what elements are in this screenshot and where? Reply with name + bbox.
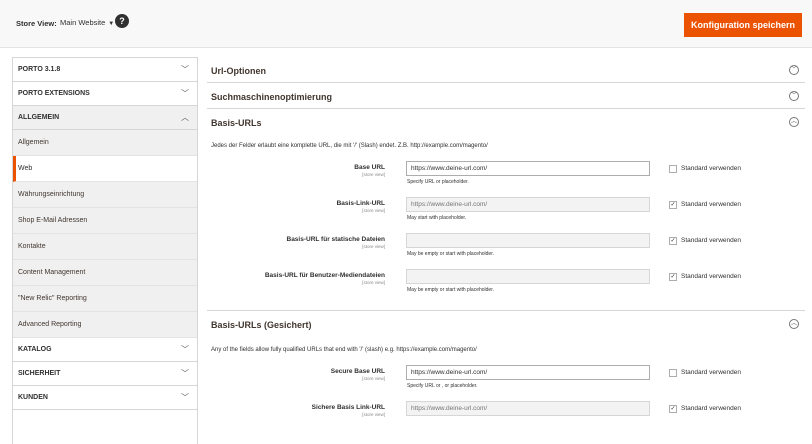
chevron-down-icon: ﹀: [181, 89, 189, 98]
chevron-down-icon: ﹀: [181, 65, 189, 74]
help-icon[interactable]: ?: [115, 14, 129, 28]
chevron-down-icon: ﹀: [181, 393, 189, 402]
media-url-input[interactable]: [406, 269, 650, 284]
field-label: Sichere Basis Link-URL: [311, 404, 385, 411]
field-secure-base-link-url: Sichere Basis Link-URL [store view] ✓ St…: [207, 401, 805, 437]
sidebar-section-label: KUNDEN: [18, 394, 48, 401]
use-default-label: Standard verwenden: [681, 201, 741, 208]
store-view-value: Main Website: [60, 18, 106, 27]
expand-icon: ﹀: [789, 91, 799, 101]
expand-icon: ﹀: [789, 65, 799, 75]
store-view-label: Store View:: [16, 19, 57, 28]
use-default-label: Standard verwenden: [681, 405, 741, 412]
sidebar-section-label: PORTO 3.1.8: [18, 66, 61, 73]
use-default-label: Standard verwenden: [681, 237, 741, 244]
field-note: May be empty or start with placeholder.: [407, 251, 494, 257]
collapse-icon: ︿: [789, 319, 799, 329]
sidebar-item-web[interactable]: Web: [13, 156, 197, 182]
field-static-url: Basis-URL für statische Dateien [store v…: [207, 233, 805, 269]
collapse-icon: ︿: [789, 117, 799, 127]
field-scope: [store view]: [362, 244, 385, 249]
sidebar-section-sicherheit[interactable]: SICHERHEIT ﹀: [13, 362, 197, 386]
sidebar-item-label: Währungseinrichtung: [18, 191, 85, 198]
field-note: May start with placeholder.: [407, 215, 467, 221]
section-seo[interactable]: Suchmaschinenoptimierung ﹀: [207, 83, 805, 109]
save-config-button[interactable]: Konfiguration speichern: [684, 13, 802, 37]
store-view-switcher[interactable]: Main Website ▼: [60, 18, 114, 27]
config-sidebar: PORTO 3.1.8 ﹀ PORTO EXTENSIONS ﹀ ALLGEME…: [12, 57, 198, 444]
section-base-urls[interactable]: Basis-URLs ︿: [207, 109, 805, 135]
field-label: Basis-URL für Benutzer-Mediendateien: [264, 272, 385, 279]
sidebar-section-porto[interactable]: PORTO 3.1.8 ﹀: [13, 58, 197, 82]
secure-base-link-url-input[interactable]: [406, 401, 650, 416]
base-link-url-input[interactable]: [406, 197, 650, 212]
sidebar-item-advanced-reporting[interactable]: Advanced Reporting: [13, 312, 197, 338]
section-description: Any of the fields allow fully qualified …: [211, 347, 477, 353]
field-media-url: Basis-URL für Benutzer-Mediendateien [st…: [207, 269, 805, 311]
sidebar-item-new-relic[interactable]: "New Relic" Reporting: [13, 286, 197, 312]
sidebar-item-label: Allgemein: [18, 139, 49, 146]
caret-down-icon: ▼: [108, 21, 115, 27]
chevron-up-icon: ︿: [181, 113, 189, 122]
field-note: May be empty or start with placeholder.: [407, 287, 494, 293]
sidebar-item-label: Shop E-Mail Adressen: [18, 217, 88, 224]
field-scope: [store view]: [362, 412, 385, 417]
sidebar-item-allgemein[interactable]: Allgemein: [13, 130, 197, 156]
field-scope: [store view]: [362, 208, 385, 213]
field-scope: [store view]: [362, 280, 385, 285]
base-url-input[interactable]: [406, 161, 650, 176]
use-default-checkbox[interactable]: ✓: [669, 405, 677, 413]
sidebar-item-currency[interactable]: Währungseinrichtung: [13, 182, 197, 208]
use-default-checkbox[interactable]: [669, 165, 677, 173]
field-label: Basis-URL für statische Dateien: [286, 236, 386, 243]
field-label: Secure Base URL: [330, 368, 385, 375]
sidebar-section-label: KATALOG: [18, 346, 52, 353]
sidebar-item-store-email[interactable]: Shop E-Mail Adressen: [13, 208, 197, 234]
sidebar-section-label: ALLGEMEIN: [18, 114, 60, 121]
field-scope: [store view]: [362, 172, 385, 177]
use-default-label: Standard verwenden: [681, 273, 741, 280]
section-title: Basis-URLs: [211, 118, 262, 128]
sidebar-item-label: Web: [18, 165, 33, 172]
section-title: Url-Optionen: [211, 66, 266, 76]
sidebar-item-label: Kontakte: [18, 243, 46, 250]
sidebar-item-contacts[interactable]: Kontakte: [13, 234, 197, 260]
sidebar-section-label: SICHERHEIT: [18, 370, 61, 377]
field-note: Specify URL or placeholder.: [407, 179, 469, 185]
field-base-link-url: Basis-Link-URL [store view] May start wi…: [207, 197, 805, 233]
use-default-label: Standard verwenden: [681, 165, 741, 172]
field-note: Specify URL or , or placeholder.: [407, 383, 478, 389]
sidebar-section-kunden[interactable]: KUNDEN ﹀: [13, 386, 197, 410]
sidebar-section-label: PORTO EXTENSIONS: [18, 90, 90, 97]
chevron-down-icon: ﹀: [181, 369, 189, 378]
config-main: Url-Optionen ﹀ Suchmaschinenoptimierung …: [207, 57, 805, 437]
sidebar-item-label: Advanced Reporting: [18, 321, 82, 328]
use-default-checkbox[interactable]: [669, 369, 677, 377]
secure-base-url-input[interactable]: [406, 365, 650, 380]
section-secure-urls[interactable]: Basis-URLs (Gesichert) ︿: [207, 311, 805, 339]
sidebar-section-allgemein[interactable]: ALLGEMEIN ︿: [13, 106, 197, 130]
field-label: Base URL: [354, 164, 385, 171]
use-default-checkbox[interactable]: ✓: [669, 273, 677, 281]
field-label: Basis-Link-URL: [336, 200, 385, 207]
use-default-label: Standard verwenden: [681, 369, 741, 376]
section-title: Suchmaschinenoptimierung: [211, 92, 333, 102]
static-url-input[interactable]: [406, 233, 650, 248]
chevron-down-icon: ﹀: [181, 345, 189, 354]
sidebar-item-label: Content Management: [18, 269, 86, 276]
section-url-options[interactable]: Url-Optionen ﹀: [207, 57, 805, 83]
use-default-checkbox[interactable]: ✓: [669, 237, 677, 245]
field-base-url: Base URL [store view] Specify URL or pla…: [207, 161, 805, 197]
top-bar: Store View: Main Website ▼ ? Konfiguratio…: [0, 0, 812, 48]
section-title: Basis-URLs (Gesichert): [211, 320, 312, 330]
use-default-checkbox[interactable]: ✓: [669, 201, 677, 209]
sidebar-item-label: "New Relic" Reporting: [18, 295, 87, 302]
field-secure-base-url: Secure Base URL [store view] Specify URL…: [207, 365, 805, 401]
sidebar-section-katalog[interactable]: KATALOG ﹀: [13, 338, 197, 362]
sidebar-section-porto-extensions[interactable]: PORTO EXTENSIONS ﹀: [13, 82, 197, 106]
section-description: Jedes der Felder erlaubt eine komplette …: [211, 143, 488, 149]
field-scope: [store view]: [362, 376, 385, 381]
sidebar-item-content-management[interactable]: Content Management: [13, 260, 197, 286]
